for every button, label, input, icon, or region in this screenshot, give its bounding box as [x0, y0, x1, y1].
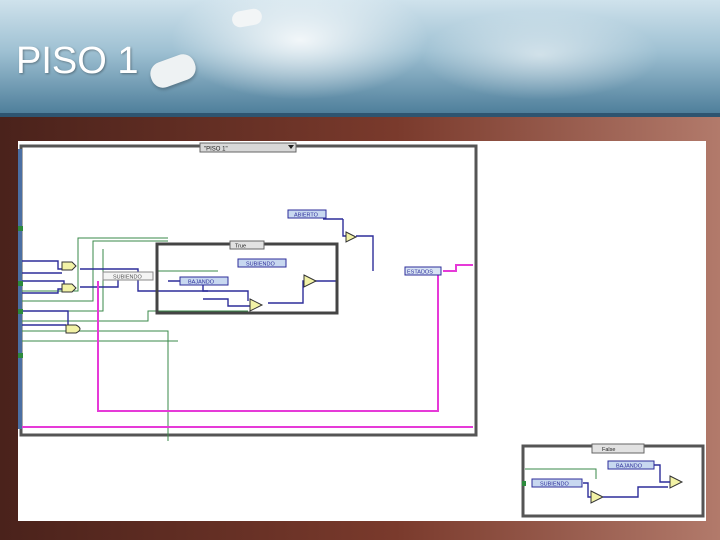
svg-text:False: False — [602, 447, 615, 453]
svg-text:SUBIENDO: SUBIENDO — [113, 275, 142, 281]
svg-text:BAJANDO: BAJANDO — [188, 280, 215, 286]
svg-text:BAJANDO: BAJANDO — [616, 464, 643, 470]
svg-text:SUBIENDO: SUBIENDO — [540, 482, 569, 488]
slide-title: PISO 1 — [16, 40, 139, 82]
or-gate-icon — [65, 324, 81, 334]
small-case-structure: False BAJANDO SUBIENDO — [521, 443, 705, 518]
inner-case-selector-label: True — [235, 244, 246, 250]
svg-text:ESTADOS: ESTADOS — [407, 270, 433, 276]
block-diagram: "PISO 1" True ABIERTO SUBIENDO SUBIENDO … — [18, 142, 705, 518]
header-highlight-2 — [420, 10, 660, 100]
labview-screenshot: "PISO 1" True ABIERTO SUBIENDO SUBIENDO … — [18, 141, 706, 521]
select-function-icon — [669, 475, 684, 489]
svg-text:ABIERTO: ABIERTO — [294, 213, 319, 219]
enum-estados[interactable]: ESTADOS — [404, 266, 442, 276]
chalk-image — [146, 50, 200, 92]
pink-wires — [21, 264, 473, 428]
enum-bajando[interactable]: BAJANDO — [179, 276, 229, 286]
not-gate-icon — [61, 283, 77, 293]
main-case-structure: "PISO 1" — [19, 142, 478, 437]
select-function-icon — [345, 231, 358, 243]
select-function-icon — [249, 298, 264, 312]
not-gate-icon — [61, 261, 77, 271]
header-highlight — [170, 0, 430, 100]
case-selector-label: "PISO 1" — [204, 147, 228, 153]
select-function-icon — [590, 490, 605, 504]
enum-subiendo-small[interactable]: SUBIENDO — [102, 271, 154, 281]
select-function-icon — [303, 274, 318, 288]
enum-subiendo[interactable]: SUBIENDO — [237, 258, 287, 268]
svg-text:SUBIENDO: SUBIENDO — [246, 262, 275, 268]
enum-abierto[interactable]: ABIERTO — [287, 209, 327, 219]
